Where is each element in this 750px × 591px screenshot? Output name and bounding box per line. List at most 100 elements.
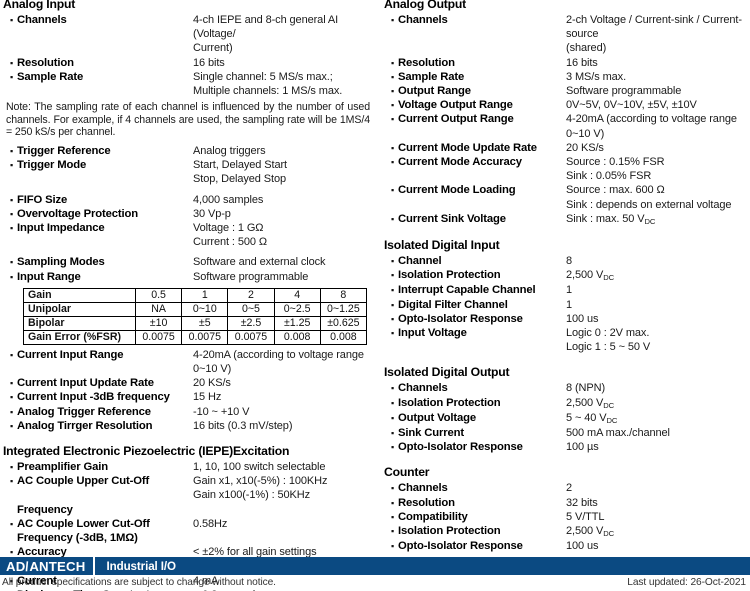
- bullet-icon: [3, 193, 17, 207]
- bullet-icon: [384, 481, 398, 495]
- bullet-icon: [384, 381, 398, 395]
- spec-label: Compatibility: [398, 510, 468, 523]
- section-rows-2: Trigger ReferenceAnalog triggersTrigger …: [3, 144, 375, 284]
- spec-value-line: 2,500 VDC: [566, 525, 615, 539]
- spec-label: FIFO Size: [17, 193, 68, 206]
- bullet-icon: [3, 255, 17, 269]
- spec-value-line: 100 us: [566, 312, 599, 325]
- sampling-rate-note: Note: The sampling rate of each channel …: [6, 101, 370, 139]
- spec-row: FIFO Size 4,000 samples: [3, 193, 375, 207]
- spec-value: Source : max. 600 Ω Sink : depends on ext…: [566, 183, 750, 211]
- spec-value: Sink : max. 50 VDC: [566, 212, 750, 227]
- spec-value-line: 2,500 VDC: [566, 396, 615, 410]
- spec-value: 4,000 samples: [193, 193, 375, 207]
- spec-row: Isolation Protection 2,500 VDC: [384, 396, 750, 411]
- bullet-icon: [384, 524, 398, 538]
- spec-row: Resolution 32 bits: [384, 496, 750, 510]
- bullet-icon: [384, 141, 398, 155]
- table-cell: 0~5: [227, 301, 275, 317]
- spec-row: Channel 8: [384, 254, 750, 268]
- spec-row: Analog Tirrger Resolution 16 bits (0.3 mV…: [3, 419, 375, 433]
- bullet-icon: [384, 13, 398, 27]
- footer-notes: All product specifications are subject t…: [0, 575, 750, 591]
- spec-value: 16 bits (0.3 mV/step): [193, 419, 375, 433]
- table-cell: 0~1.25: [319, 301, 368, 317]
- spec-row: AC Couple Upper Cut-Off Gain x1, x10(-5%)…: [3, 474, 375, 502]
- spec-label: Opto-Isolator Response: [398, 312, 523, 325]
- spec-value-line: Single channel: 5 MS/s max.;: [193, 70, 333, 83]
- spec-row: Output Voltage 5 ~ 40 VDC: [384, 411, 750, 426]
- table-cell: 8: [319, 287, 368, 303]
- spec-row: Digital Filter Channel 1: [384, 298, 750, 312]
- spec-value-line: 20 KS/s: [193, 377, 231, 390]
- spec-label: AC Couple Upper Cut-Off: [17, 475, 150, 488]
- gain-range-table: Gain 0.5 1 2 4 8 Unipolar NA 0~10 0~5 0~2.5 0~1.25 B…: [23, 287, 368, 345]
- spec-row: Interrupt Capable Channel 1: [384, 283, 750, 297]
- spec-label: Interrupt Capable Channel: [398, 284, 536, 297]
- spec-row: Current Input -3dB frequency 15 Hz: [3, 390, 375, 404]
- spec-label: Analog Trigger Reference: [17, 405, 151, 418]
- table-row: Gain Error (%FSR) 0.0075 0.0075 0.0075 0.008…: [23, 329, 368, 345]
- spec-value-line: 30 Vp-p: [193, 207, 231, 220]
- bullet-icon: [384, 496, 398, 510]
- spec-label: Current Input -3dB frequency: [17, 391, 170, 404]
- spec-value-line: 16 bits: [193, 56, 225, 69]
- spec-value: 16 bits: [566, 56, 750, 70]
- datasheet-page: Analog Input Channels 4-ch IEPE and 8-ch g…: [0, 0, 750, 591]
- section-title: Analog Output: [384, 0, 467, 11]
- spec-value-line: Start, Delayed Start: [193, 159, 287, 172]
- spec-row: Compatibility 5 V/TTL: [384, 510, 750, 524]
- table-row-header: Gain Error (%FSR): [23, 329, 136, 345]
- table-cell: 4: [273, 287, 321, 303]
- spec-value-line: 0V~5V, 0V~10V, ±5V, ±10V: [566, 99, 697, 112]
- spec-value-line: 4-20mA (according to voltage range 0~10 …: [193, 348, 364, 376]
- bullet-icon: [3, 70, 17, 84]
- spec-value-line: Software and external clock: [193, 256, 326, 269]
- spec-label: Isolation Protection: [398, 525, 501, 538]
- bullet-icon: [384, 98, 398, 112]
- table-row: Bipolar ±10 ±5 ±2.5 ±1.25 ±0.625: [23, 315, 368, 331]
- spec-value-line: 8: [566, 255, 573, 268]
- spec-row: Opto-Isolator Response 100 us: [384, 539, 750, 553]
- spec-label: Opto-Isolator Response: [398, 540, 523, 553]
- spec-value-line: 1, 10, 100 switch selectable: [193, 461, 326, 474]
- spec-row: Trigger Mode Start, Delayed StartStop, De…: [3, 158, 375, 186]
- bullet-icon: [3, 207, 17, 221]
- spec-value-line: 1: [566, 284, 573, 297]
- page-footer: AD\ANTECH Industrial I/O All product spe…: [0, 557, 750, 591]
- bullet-icon: [3, 390, 17, 404]
- spec-value: 2-ch Voltage / Current-sink / Current-so…: [566, 13, 750, 56]
- spec-row: Trigger Reference Analog triggers: [3, 144, 375, 158]
- spec-row: Current Mode Accuracy Source : 0.15% FSRS…: [384, 155, 750, 183]
- table-row: Gain 0.5 1 2 4 8: [23, 287, 368, 303]
- spec-value: Logic 0 : 2V max. Logic 1 : 5 ~ 50 V: [566, 326, 750, 354]
- spec-value-line: 4-ch IEPE and 8-ch general AI (Voltage/: [193, 14, 339, 41]
- spec-value: 100 us: [566, 312, 750, 326]
- spec-label: Sample Rate: [17, 70, 84, 83]
- bullet-icon: [384, 312, 398, 326]
- spec-label: Current Input Update Rate: [17, 377, 154, 390]
- right-column: Analog Output Channels 2-ch Voltage / Curr…: [375, 0, 750, 554]
- spec-label: Output Voltage: [398, 411, 477, 424]
- table-cell: 0.0075: [227, 329, 275, 345]
- spec-label: Channels: [398, 382, 448, 395]
- spec-row: Channels 8 (NPN): [384, 381, 750, 395]
- spec-value-line: Gain x1, x10(-5%) : 100KHz: [193, 475, 328, 488]
- spec-label: Analog Tirrger Resolution: [17, 419, 153, 432]
- spec-value-line: Current : 500 Ω: [193, 236, 267, 249]
- spec-label: Input Range: [17, 270, 81, 283]
- bullet-icon: [384, 396, 398, 410]
- spec-value-line: Multiple channels: 1 MS/s max.: [193, 85, 343, 98]
- spec-value-line: 2-ch Voltage / Current-sink / Current-so…: [566, 14, 742, 41]
- spec-label: Sampling Modes: [17, 256, 105, 269]
- spec-row: Output Range Software programmable: [384, 84, 750, 98]
- section-rows: Channels 2-ch Voltage / Current-sink / Cu…: [384, 13, 750, 227]
- table-cell: 1: [181, 287, 229, 303]
- spec-value-line: 4,000 samples: [193, 193, 264, 206]
- spec-row: Opto-Isolator Response 100 µs: [384, 440, 750, 454]
- bullet-icon: [384, 212, 398, 226]
- table-cell: 0~2.5: [273, 301, 321, 317]
- spec-row: Overvoltage Protection 30 Vp-p: [3, 207, 375, 221]
- spec-label: Isolation Protection: [398, 396, 501, 409]
- table-cell: 0.0075: [181, 329, 229, 345]
